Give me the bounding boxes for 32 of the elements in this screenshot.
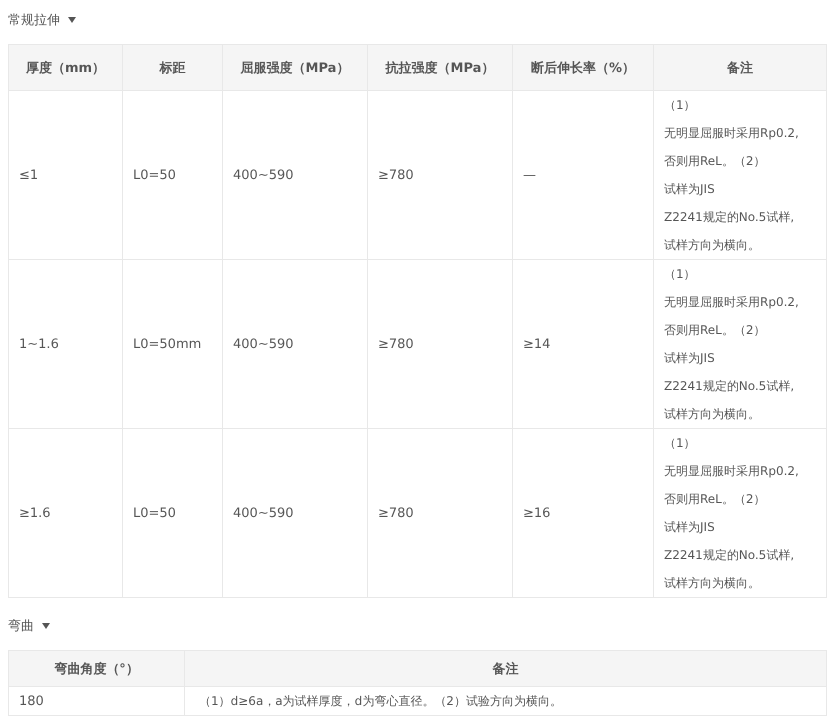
table-cell: — (512, 90, 654, 260)
table-cell: ≥14 (512, 260, 654, 428)
caret-icon[interactable] (68, 17, 76, 23)
table-cell: 400~590 (222, 428, 368, 598)
column-header: 弯曲角度（°） (8, 650, 184, 686)
table-cell: 400~590 (222, 260, 368, 428)
table-cell: ≥780 (368, 260, 512, 428)
column-header: 标距 (122, 44, 222, 90)
section-title: 常规拉伸 (8, 12, 60, 29)
table-cell: L0=50 (122, 90, 222, 260)
table-cell: 180 (8, 686, 184, 716)
section-title: 弯曲 (8, 618, 34, 635)
table-cell: 400~590 (222, 90, 368, 260)
table-cell: ≥780 (368, 428, 512, 598)
column-header: 抗拉强度（MPa） (368, 44, 512, 90)
table-cell: ≤1 (8, 90, 122, 260)
note-cell: （1） 无明显屈服时采用Rp0.2, 否则用ReL。（2） 试样为JIS Z2241规定的No.5试样, 试样方向为横向。 (654, 90, 826, 260)
column-header: 备注 (184, 650, 826, 686)
column-header: 断后伸长率（%） (512, 44, 654, 90)
table-cell: ≥780 (368, 90, 512, 260)
note-cell: （1） 无明显屈服时采用Rp0.2, 否则用ReL。（2） 试样为JIS Z2241规定的No.5试样, 试样方向为横向。 (654, 260, 826, 428)
caret-icon[interactable] (42, 623, 50, 629)
column-header: 屈服强度（MPa） (222, 44, 368, 90)
table-cell: L0=50 (122, 428, 222, 598)
note-cell: （1）d≥6a，a为试样厚度，d为弯心直径。（2）试验方向为横向。 (184, 686, 826, 716)
column-header: 备注 (654, 44, 826, 90)
table-cell: ≥16 (512, 428, 654, 598)
table-cell: 1~1.6 (8, 260, 122, 428)
column-header: 厚度（mm） (8, 44, 122, 90)
table-cell: ≥1.6 (8, 428, 122, 598)
table-cell: L0=50mm (122, 260, 222, 428)
note-cell: （1） 无明显屈服时采用Rp0.2, 否则用ReL。（2） 试样为JIS Z2241规定的No.5试样, 试样方向为横向。 (654, 428, 826, 598)
